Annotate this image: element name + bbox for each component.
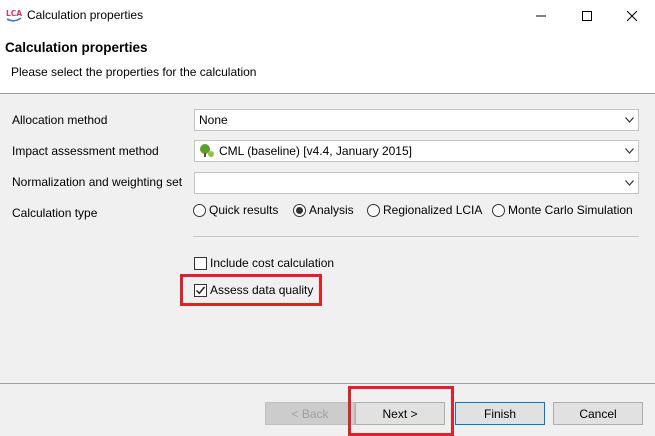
normalization-select[interactable]: [194, 172, 639, 194]
include-cost-checkbox[interactable]: [194, 256, 207, 270]
impact-method-icon: [200, 144, 214, 157]
chevron-down-icon[interactable]: [620, 141, 638, 161]
checkmark-icon: [195, 286, 206, 294]
impact-method-select[interactable]: CML (baseline) [v4.4, January 2015]: [194, 140, 639, 162]
impact-method-value: CML (baseline) [v4.4, January 2015]: [219, 144, 412, 158]
radio-monte-carlo[interactable]: Monte Carlo Simulation: [492, 203, 633, 217]
minimize-icon: [536, 15, 546, 16]
page-description: Please select the properties for the cal…: [11, 65, 257, 79]
assess-data-quality-checkbox-row[interactable]: Assess data quality: [194, 283, 313, 297]
footer-separator: [0, 383, 655, 384]
finish-button[interactable]: Finish: [455, 402, 545, 425]
page-title: Calculation properties: [5, 40, 148, 55]
radio-regionalized-lcia[interactable]: Regionalized LCIA: [367, 203, 482, 217]
next-button[interactable]: Next >: [355, 402, 445, 425]
allocation-method-select[interactable]: None: [194, 109, 639, 131]
radio-quick-results[interactable]: Quick results: [193, 203, 278, 217]
close-button[interactable]: [609, 0, 655, 31]
cancel-button[interactable]: Cancel: [553, 402, 643, 425]
radio-label: Monte Carlo Simulation: [508, 203, 633, 217]
chevron-down-icon[interactable]: [620, 110, 638, 130]
radio-button[interactable]: [293, 203, 306, 217]
app-logo-icon: LCA: [6, 9, 22, 22]
title-bar: LCA Calculation properties: [0, 0, 655, 31]
radio-label: Quick results: [209, 203, 279, 217]
back-button[interactable]: < Back: [265, 402, 355, 425]
allocation-method-value: None: [199, 113, 228, 127]
minimize-button[interactable]: [518, 0, 564, 31]
radio-label: Regionalized LCIA: [383, 203, 483, 217]
maximize-button[interactable]: [564, 0, 610, 31]
calculation-type-label: Calculation type: [12, 206, 98, 220]
assess-data-quality-label: Assess data quality: [210, 283, 314, 297]
radio-button[interactable]: [193, 203, 206, 217]
separator: [193, 236, 639, 237]
assess-data-quality-checkbox[interactable]: [194, 283, 207, 297]
wizard-header: Calculation properties Please select the…: [0, 31, 655, 94]
maximize-icon: [582, 10, 592, 21]
radio-label: Analysis: [309, 203, 354, 217]
radio-analysis[interactable]: Analysis: [293, 203, 354, 217]
svg-text:LCA: LCA: [6, 9, 22, 18]
radio-button[interactable]: [367, 203, 380, 217]
chevron-down-icon[interactable]: [620, 173, 638, 193]
impact-method-label: Impact assessment method: [12, 144, 159, 158]
normalization-label: Normalization and weighting set: [12, 175, 183, 189]
radio-button[interactable]: [492, 203, 505, 217]
window-title: Calculation properties: [27, 8, 144, 22]
close-icon: [627, 10, 637, 21]
include-cost-checkbox-row[interactable]: Include cost calculation: [194, 256, 334, 270]
allocation-method-label: Allocation method: [12, 113, 108, 127]
include-cost-label: Include cost calculation: [210, 256, 335, 270]
